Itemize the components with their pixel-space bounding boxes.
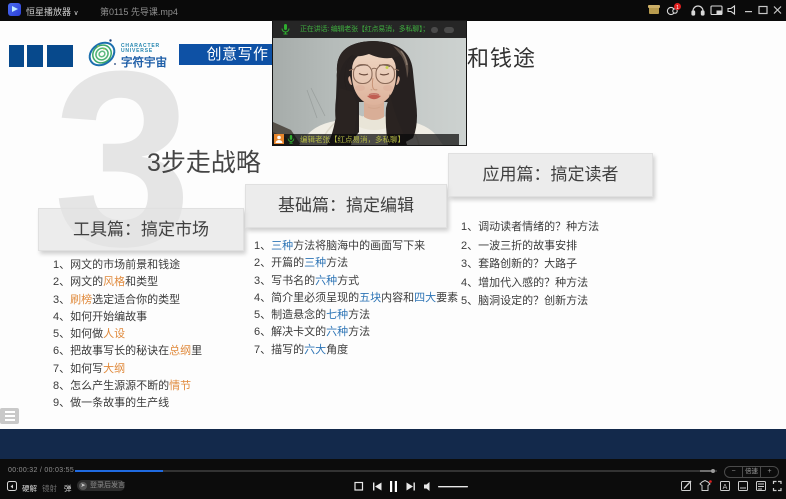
- svg-text:1: 1: [676, 5, 679, 11]
- svg-text:A: A: [723, 484, 728, 491]
